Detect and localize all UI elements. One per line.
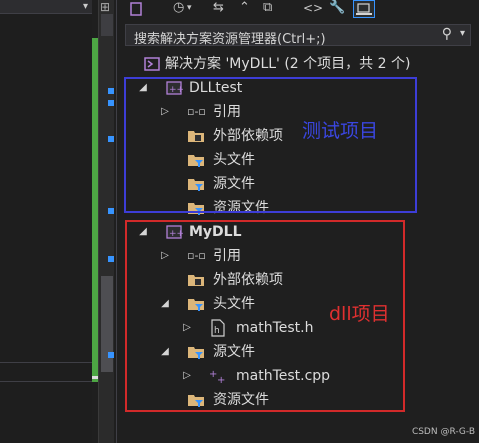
explorer-toolbar: ◷ ▾ ⇆ ⌃ ⧉ <> 🔧 (117, 0, 479, 20)
annotation-test-project: 测试项目 (302, 120, 379, 142)
scroll-marker (108, 256, 114, 262)
editor-pane[interactable]: ▾ (0, 0, 92, 443)
scroll-marker (108, 88, 114, 94)
copy-icon[interactable]: ⧉ (263, 0, 272, 18)
search-icon[interactable]: ⚲ (442, 26, 452, 42)
preview-icon (356, 3, 372, 15)
scroll-marker (108, 352, 114, 358)
vs-project-icon[interactable] (129, 1, 143, 19)
preview-selected-button[interactable] (353, 0, 375, 18)
dropdown-icon[interactable]: ▾ (187, 0, 192, 18)
history-icon[interactable]: ◷ (173, 0, 184, 18)
vertical-scrollbar[interactable]: ⊞ (98, 0, 114, 443)
scrollbar-top-region[interactable] (101, 14, 113, 36)
collapse-all-icon[interactable]: ⌃ (239, 0, 250, 18)
editor-tab-strip: ▾ (0, 0, 92, 14)
annotation-dll-project: dll项目 (329, 303, 390, 325)
solution-icon (144, 57, 160, 71)
code-view-icon[interactable]: <> (303, 0, 323, 18)
search-input[interactable]: 搜索解决方案资源管理器(Ctrl+;) (134, 28, 326, 47)
scroll-marker (108, 208, 114, 214)
horizontal-scrollbar[interactable] (0, 362, 92, 382)
split-icon[interactable]: ⊞ (100, 0, 110, 14)
scroll-marker (108, 100, 114, 106)
search-options-dropdown[interactable]: ▾ (460, 28, 465, 39)
solution-node[interactable]: 解决方案 'MyDLL' (2 个项目，共 2 个) (117, 52, 479, 76)
properties-icon[interactable]: 🔧 (329, 0, 345, 18)
solution-label: 解决方案 'MyDLL' (2 个项目，共 2 个) (165, 56, 411, 72)
annotation-box-test (124, 77, 417, 213)
search-box[interactable]: 搜索解决方案资源管理器(Ctrl+;) ⚲ ▾ (125, 24, 471, 47)
sync-icon[interactable]: ⇆ (213, 0, 224, 18)
chevron-down-icon[interactable]: ▾ (83, 1, 88, 12)
scroll-marker (108, 136, 114, 142)
watermark: CSDN @R-G-B (411, 427, 475, 437)
